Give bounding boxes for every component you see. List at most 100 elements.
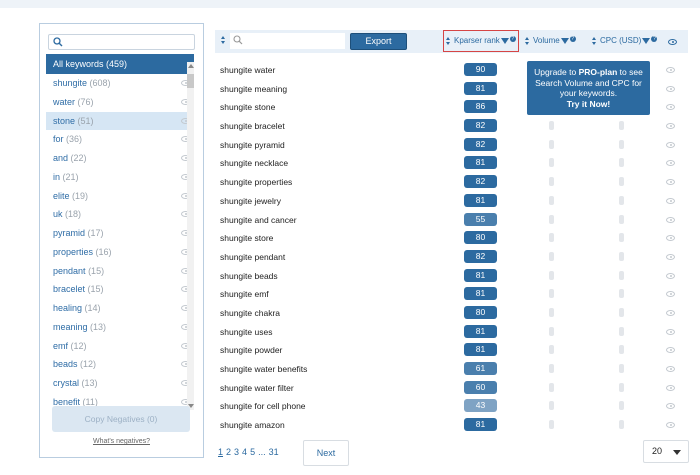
keyword-group-item[interactable]: uk (18) bbox=[46, 205, 194, 224]
scroll-up-arrow[interactable] bbox=[188, 64, 194, 68]
keyword-text[interactable]: shungite and cancer bbox=[220, 215, 297, 225]
keyword-text[interactable]: shungite water benefits bbox=[220, 364, 307, 374]
keyword-group-item[interactable]: bracelet (15) bbox=[46, 280, 194, 299]
keyword-group-item[interactable]: properties (16) bbox=[46, 243, 194, 262]
eye-icon[interactable] bbox=[666, 160, 675, 167]
eye-icon[interactable] bbox=[666, 123, 675, 130]
page-link[interactable]: 2 bbox=[226, 447, 231, 457]
table-row[interactable]: shungite amazon 81 bbox=[215, 416, 688, 435]
table-row[interactable]: shungite pyramid 82 bbox=[215, 136, 688, 155]
help-icon[interactable]: ? bbox=[651, 36, 658, 42]
keyword-group-item[interactable]: pendant (15) bbox=[46, 262, 194, 281]
eye-icon[interactable] bbox=[666, 309, 675, 316]
keyword-text[interactable]: shungite beads bbox=[220, 271, 278, 281]
table-row[interactable]: shungite store 80 bbox=[215, 229, 688, 248]
next-page-button[interactable]: Next bbox=[303, 440, 349, 466]
table-row[interactable]: shungite powder 81 bbox=[215, 341, 688, 360]
table-row[interactable]: shungite emf 81 bbox=[215, 285, 688, 304]
table-row[interactable]: shungite jewelry 81 bbox=[215, 192, 688, 211]
whats-negatives-link[interactable]: What's negatives? bbox=[40, 438, 203, 445]
visibility-eye-icon[interactable] bbox=[668, 39, 677, 45]
eye-icon[interactable] bbox=[666, 67, 675, 73]
keyword-text[interactable]: shungite jewelry bbox=[220, 196, 281, 206]
eye-icon[interactable] bbox=[666, 141, 675, 148]
eye-icon[interactable] bbox=[666, 253, 675, 260]
table-row[interactable]: shungite and cancer 55 bbox=[215, 211, 688, 230]
table-row[interactable]: shungite beads 81 bbox=[215, 267, 688, 286]
table-row[interactable]: shungite necklace 81 bbox=[215, 154, 688, 173]
table-row[interactable]: shungite uses 81 bbox=[215, 323, 688, 342]
keyword-text[interactable]: shungite for cell phone bbox=[220, 401, 306, 411]
export-button[interactable]: Export bbox=[350, 33, 407, 50]
keyword-text[interactable]: shungite emf bbox=[220, 289, 269, 299]
table-row[interactable]: shungite bracelet 82 bbox=[215, 117, 688, 136]
table-row[interactable]: shungite pendant 82 bbox=[215, 248, 688, 267]
page-link[interactable]: 3 bbox=[234, 447, 239, 457]
column-kparser-rank[interactable]: Kparser rank? bbox=[454, 36, 516, 45]
table-row[interactable]: shungite chakra 80 bbox=[215, 304, 688, 323]
eye-icon[interactable] bbox=[666, 384, 675, 391]
sort-arrows-icon[interactable] bbox=[446, 37, 451, 47]
keyword-group-item[interactable]: meaning (13) bbox=[46, 318, 194, 337]
help-icon[interactable]: ? bbox=[569, 36, 576, 42]
keyword-text[interactable]: shungite water filter bbox=[220, 383, 294, 393]
eye-icon[interactable] bbox=[666, 216, 675, 223]
eye-icon[interactable] bbox=[666, 328, 675, 335]
filter-icon[interactable] bbox=[560, 38, 569, 44]
keyword-text[interactable]: shungite pyramid bbox=[220, 140, 285, 150]
eye-icon[interactable] bbox=[666, 104, 675, 111]
keyword-group-item[interactable]: and (22) bbox=[46, 149, 194, 168]
keyword-text[interactable]: shungite pendant bbox=[220, 252, 285, 262]
help-icon[interactable]: ? bbox=[509, 36, 516, 42]
keyword-text[interactable]: shungite store bbox=[220, 233, 273, 243]
eye-icon[interactable] bbox=[666, 291, 675, 298]
sort-arrows-icon[interactable] bbox=[592, 37, 597, 47]
keyword-group-item[interactable]: water (76) bbox=[46, 93, 194, 112]
keyword-text[interactable]: shungite water bbox=[220, 65, 275, 75]
keyword-group-item[interactable]: stone (51) bbox=[46, 111, 194, 131]
keyword-text[interactable]: shungite necklace bbox=[220, 158, 288, 168]
group-list-scrollbar[interactable] bbox=[187, 62, 194, 410]
all-keywords-item[interactable]: All keywords (459) bbox=[46, 54, 194, 74]
keyword-text[interactable]: shungite chakra bbox=[220, 308, 280, 318]
group-search-input[interactable] bbox=[48, 34, 195, 50]
page-link[interactable]: 1 bbox=[218, 447, 223, 457]
eye-icon[interactable] bbox=[666, 235, 675, 242]
keyword-group-item[interactable]: in (21) bbox=[46, 168, 194, 187]
filter-icon[interactable] bbox=[500, 38, 509, 44]
sort-arrows-icon[interactable] bbox=[221, 36, 226, 46]
keyword-group-item[interactable]: crystal (13) bbox=[46, 374, 194, 393]
eye-icon[interactable] bbox=[666, 197, 675, 204]
pro-plan-promo[interactable]: Upgrade to PRO-plan to see Search Volume… bbox=[527, 61, 650, 115]
sort-arrows-icon[interactable] bbox=[525, 37, 530, 47]
eye-icon[interactable] bbox=[666, 347, 675, 354]
keyword-group-item[interactable]: healing (14) bbox=[46, 299, 194, 318]
keyword-text[interactable]: shungite amazon bbox=[220, 420, 285, 430]
keyword-text[interactable]: shungite bracelet bbox=[220, 121, 285, 131]
keyword-group-item[interactable]: shungite (608) bbox=[46, 74, 194, 93]
eye-icon[interactable] bbox=[666, 422, 675, 429]
table-row[interactable]: shungite water filter 60 bbox=[215, 379, 688, 398]
keyword-group-item[interactable]: elite (19) bbox=[46, 187, 194, 206]
page-link[interactable]: 5 bbox=[250, 447, 255, 457]
eye-icon[interactable] bbox=[666, 403, 675, 410]
per-page-select[interactable]: 20 bbox=[643, 440, 689, 463]
keyword-text[interactable]: shungite powder bbox=[220, 345, 282, 355]
eye-icon[interactable] bbox=[666, 272, 675, 279]
keyword-text[interactable]: shungite stone bbox=[220, 102, 275, 112]
table-row[interactable]: shungite for cell phone 43 bbox=[215, 397, 688, 416]
keyword-group-item[interactable]: pyramid (17) bbox=[46, 224, 194, 243]
filter-icon[interactable] bbox=[642, 38, 651, 44]
keyword-text[interactable]: shungite meaning bbox=[220, 84, 287, 94]
keyword-group-item[interactable]: emf (12) bbox=[46, 337, 194, 356]
keyword-search-input[interactable] bbox=[230, 33, 345, 49]
page-link[interactable]: 4 bbox=[242, 447, 247, 457]
scroll-thumb[interactable] bbox=[187, 74, 194, 88]
keyword-text[interactable]: shungite properties bbox=[220, 177, 292, 187]
eye-icon[interactable] bbox=[666, 85, 675, 92]
column-cpc[interactable]: CPC (USD)? bbox=[600, 36, 658, 45]
column-volume[interactable]: Volume? bbox=[533, 36, 576, 45]
keyword-text[interactable]: shungite uses bbox=[220, 327, 272, 337]
table-row[interactable]: shungite properties 82 bbox=[215, 173, 688, 192]
page-link[interactable]: 31 bbox=[269, 447, 279, 457]
